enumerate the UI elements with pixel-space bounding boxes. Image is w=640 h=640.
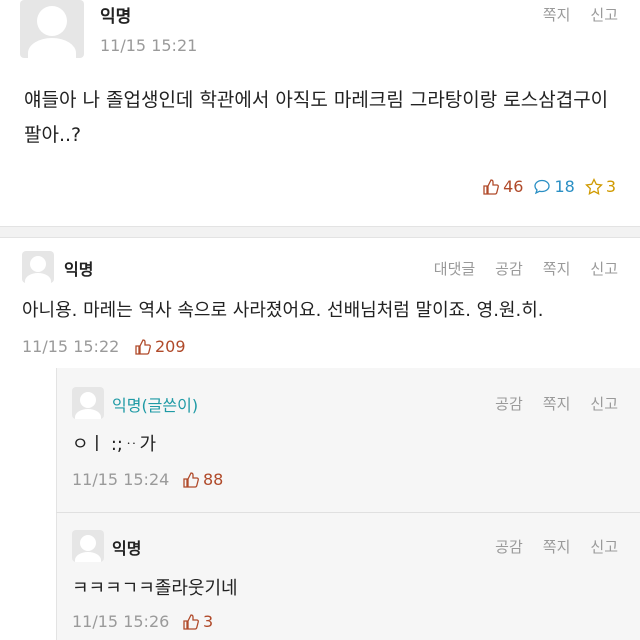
post-like-count[interactable]: 46 <box>482 177 523 196</box>
reply-timestamp: 11/15 15:24 <box>72 470 170 489</box>
speech-bubble-icon <box>534 179 551 194</box>
like-button[interactable]: 공감 <box>495 536 523 557</box>
reply-like-count: 3 <box>182 612 213 631</box>
post-body-line1: 얘들아 나 졸업생인데 학관에서 아직도 마레크림 그라탕이랑 로스삼겹구이 <box>24 89 609 111</box>
comment-like-count: 209 <box>134 337 186 356</box>
post-scrap-count[interactable]: 3 <box>584 177 616 196</box>
post-body: 얘들아 나 졸업생인데 학관에서 아직도 마레크림 그라탕이랑 로스삼겹구이 팔… <box>24 83 624 153</box>
reply-actions: 공감 쪽지 신고 <box>495 393 618 414</box>
star-icon <box>584 177 603 195</box>
message-button[interactable]: 쪽지 <box>543 258 571 279</box>
reply-text: ㅇㅣ :;ᆢ가 <box>72 434 157 455</box>
post-avatar <box>20 0 84 58</box>
avatar-body-shape <box>28 38 76 58</box>
reply-like-count: 88 <box>182 470 223 489</box>
report-button[interactable]: 신고 <box>590 258 618 279</box>
report-button[interactable]: 신고 <box>590 536 618 557</box>
reply-timestamp: 11/15 15:26 <box>72 612 170 631</box>
thumbs-up-icon <box>183 471 199 488</box>
article-view: 익명 11/15 15:21 쪽지 신고 얘들아 나 졸업생인데 학관에서 아직… <box>0 0 640 640</box>
comment-count-value: 18 <box>554 177 575 196</box>
avatar-head-shape <box>37 6 67 36</box>
like-count-value: 3 <box>203 612 214 631</box>
thumbs-up-icon <box>483 178 500 195</box>
reply-avatar <box>72 530 104 562</box>
post-report-button[interactable]: 신고 <box>590 4 618 25</box>
reply-divider <box>56 512 640 513</box>
thumbs-up-icon <box>135 338 151 355</box>
avatar-body-shape <box>75 552 101 562</box>
comment-text: 아니용. 마레는 역사 속으로 사라졌어요. 선배님처럼 말이죠. 영.원.히. <box>22 300 544 321</box>
like-count-value: 88 <box>203 470 224 489</box>
message-button[interactable]: 쪽지 <box>543 393 571 414</box>
post-author: 익명 <box>100 7 132 27</box>
reply-text: ㅋㅋㅋㄱㅋ졸라웃기네 <box>72 578 238 599</box>
reply-author-writer: 익명(글쓴이) <box>112 396 199 415</box>
avatar-body-shape <box>25 273 51 283</box>
post-message-button[interactable]: 쪽지 <box>543 4 571 25</box>
scrap-count-value: 3 <box>605 177 616 196</box>
report-button[interactable]: 신고 <box>590 393 618 414</box>
post-comment-count[interactable]: 18 <box>533 177 575 196</box>
comment-timestamp: 11/15 15:22 <box>22 337 120 356</box>
message-button[interactable]: 쪽지 <box>543 536 571 557</box>
avatar-head-shape <box>80 392 96 408</box>
reply-actions: 공감 쪽지 신고 <box>495 536 618 557</box>
like-button[interactable]: 공감 <box>495 258 523 279</box>
like-count-value: 209 <box>155 337 186 356</box>
reply-button[interactable]: 대댓글 <box>434 258 475 279</box>
post-timestamp: 11/15 15:21 <box>100 36 198 55</box>
thumbs-up-icon <box>183 613 199 630</box>
post-stats: 46 18 3 <box>482 177 616 196</box>
section-divider <box>0 226 640 238</box>
post-body-line2: 팔아..? <box>24 124 82 146</box>
like-count-value: 46 <box>503 177 524 196</box>
comment-actions: 대댓글 공감 쪽지 신고 <box>434 258 618 279</box>
like-button[interactable]: 공감 <box>495 393 523 414</box>
comment-avatar <box>22 251 54 283</box>
avatar-head-shape <box>80 535 96 551</box>
post-actions: 쪽지 신고 <box>543 4 618 25</box>
comment-author: 익명 <box>64 260 94 279</box>
reply-author: 익명 <box>112 539 142 558</box>
reply-avatar <box>72 387 104 419</box>
avatar-body-shape <box>75 409 101 419</box>
avatar-head-shape <box>30 256 46 272</box>
